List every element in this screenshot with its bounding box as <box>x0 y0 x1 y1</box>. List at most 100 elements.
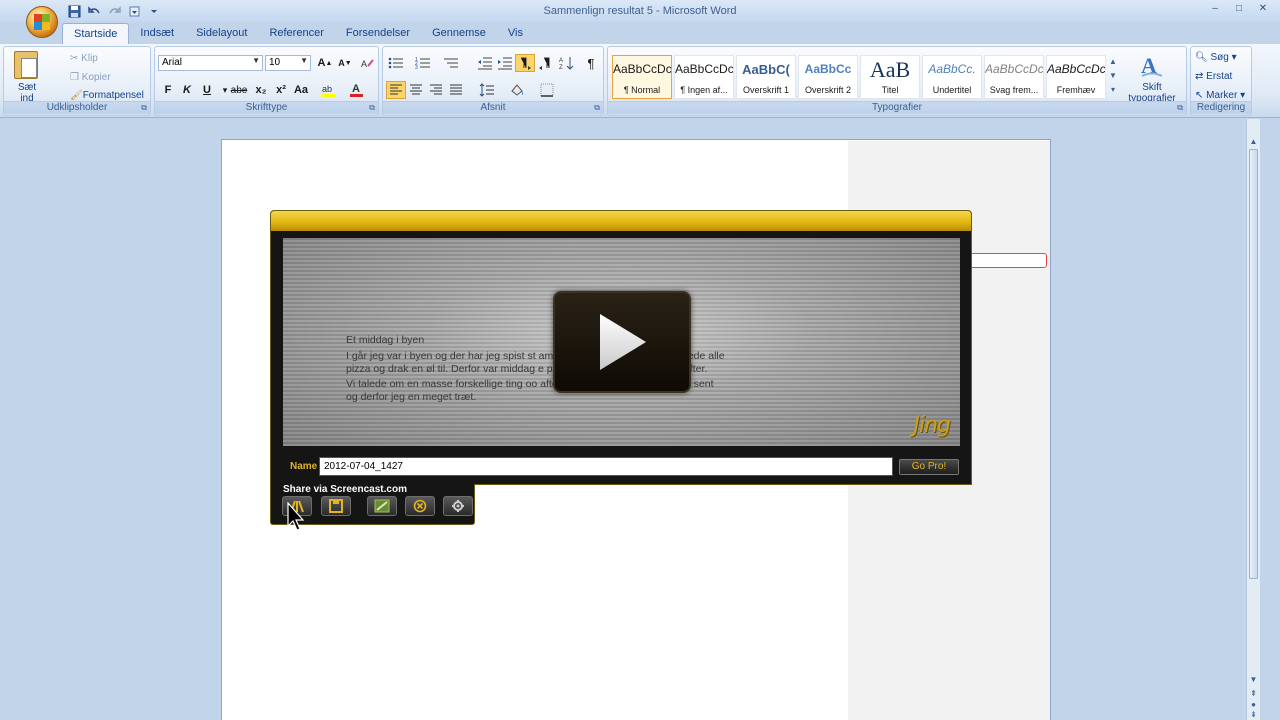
shading-icon[interactable] <box>507 81 527 99</box>
align-left-icon[interactable] <box>386 81 406 99</box>
clipboard-group-label: Udklipsholder <box>4 101 150 114</box>
shrink-font-icon[interactable]: A ▼ <box>335 54 355 72</box>
tab-startside[interactable]: Startside <box>62 23 130 45</box>
grow-font-icon[interactable]: A ▲ <box>315 54 335 72</box>
tab-forsendelser[interactable]: Forsendelser <box>335 23 421 45</box>
line-spacing-icon[interactable] <box>477 81 497 99</box>
replace-label: Erstat <box>1206 71 1233 82</box>
cancel-button[interactable] <box>405 496 435 516</box>
bullets-icon[interactable] <box>386 54 406 72</box>
office-button[interactable] <box>26 6 58 38</box>
dialog-launcher-icon[interactable]: ⧉ <box>369 103 375 113</box>
select-button[interactable]: ↖ Marker ▾ <box>1195 90 1245 101</box>
gallery-scroll[interactable]: ▲ ▼ ▾ <box>1108 55 1118 99</box>
strikethrough-button[interactable]: abe <box>227 81 251 99</box>
increase-indent-icon[interactable] <box>495 54 515 72</box>
rtl-direction-icon[interactable] <box>535 54 555 72</box>
tab-referencer[interactable]: Referencer <box>258 23 334 45</box>
style-title[interactable]: AaB Titel <box>860 55 920 99</box>
format-painter-button[interactable]: 🖌Formatpensel <box>70 90 144 101</box>
font-name-select[interactable]: Arial ▼ <box>158 55 263 71</box>
style-normal[interactable]: AaBbCcDc ¶ Normal <box>612 55 672 99</box>
show-formatting-marks-icon[interactable]: ¶ <box>581 54 601 72</box>
sort-icon[interactable]: AZ <box>557 54 577 72</box>
settings-button[interactable] <box>443 496 473 516</box>
replace-icon: ⇄ <box>1195 71 1207 82</box>
bold-button[interactable]: F <box>158 81 178 99</box>
play-icon <box>600 314 646 370</box>
vertical-scrollbar[interactable]: ▲ ▼ ⇞ ● ⇟ <box>1246 119 1260 720</box>
copy-icon: ❐ <box>70 72 82 83</box>
comment-balloon[interactable] <box>966 253 1047 268</box>
dialog-launcher-icon[interactable]: ⧉ <box>1177 103 1183 113</box>
video-preview[interactable]: Et middag i byen I går jeg var i byen og… <box>283 238 960 446</box>
superscript-button[interactable]: x² <box>271 81 291 99</box>
borders-icon[interactable] <box>537 81 557 99</box>
save-icon <box>329 499 343 513</box>
tab-vis[interactable]: Vis <box>497 23 534 45</box>
style-emphasis[interactable]: AaBbCcDc Fremhæv <box>1046 55 1106 99</box>
style-name: Overskrift 1 <box>742 85 789 95</box>
align-center-icon[interactable] <box>406 81 426 99</box>
style-heading-2[interactable]: AaBbCc Overskrift 2 <box>798 55 858 99</box>
replace-button[interactable]: ⇄ Erstat <box>1195 71 1232 82</box>
cut-button[interactable]: ✂ Klip <box>70 53 98 64</box>
dialog-launcher-icon[interactable]: ⧉ <box>594 103 600 113</box>
highlight-icon[interactable]: ab <box>319 81 339 99</box>
minimize-button[interactable]: – <box>1204 1 1226 15</box>
numbering-icon[interactable]: 123 <box>413 54 433 72</box>
next-page-icon[interactable]: ⇟ <box>1247 710 1260 720</box>
clear-formatting-icon[interactable]: A <box>357 54 377 72</box>
paste-icon[interactable] <box>14 51 38 79</box>
play-button[interactable] <box>553 291 691 393</box>
go-pro-button[interactable]: Go Pro! <box>899 459 959 475</box>
decrease-indent-icon[interactable] <box>475 54 495 72</box>
style-name: Fremhæv <box>1056 85 1096 95</box>
font-group-label: Skrifttype <box>155 101 378 114</box>
tab-sidelayout[interactable]: Sidelayout <box>185 23 258 45</box>
close-button[interactable]: ✕ <box>1252 1 1274 15</box>
subscript-button[interactable]: x₂ <box>251 81 271 99</box>
change-styles-button[interactable]: A Skift typografier <box>1120 51 1184 104</box>
style-name: Titel <box>881 85 899 95</box>
name-label: Name <box>290 461 318 472</box>
svg-text:A: A <box>361 59 367 69</box>
jing-title-strip[interactable] <box>271 211 971 231</box>
italic-button[interactable]: K <box>177 81 197 99</box>
dialog-launcher-icon[interactable]: ⧉ <box>141 103 147 113</box>
format-painter-label: Formatpensel <box>82 90 144 101</box>
jing-logo: Jing <box>913 413 951 438</box>
align-right-icon[interactable] <box>426 81 446 99</box>
copy-button[interactable]: ❐ Kopier <box>70 72 111 83</box>
change-case-button[interactable]: Aa <box>291 81 311 99</box>
style-subtle-emphasis[interactable]: AaBbCcDc Svag frem... <box>984 55 1044 99</box>
font-size-select[interactable]: 10 ▼ <box>265 55 311 71</box>
binoculars-icon: 🔍︎ <box>1195 52 1211 63</box>
window-edge <box>1260 119 1280 720</box>
window-title: Sammenlign resultat 5 - Microsoft Word <box>543 5 737 17</box>
font-color-icon[interactable]: A <box>347 81 367 99</box>
ltr-direction-icon[interactable] <box>515 54 535 72</box>
change-styles-icon: A <box>1141 53 1163 78</box>
name-input[interactable] <box>319 457 893 476</box>
multilevel-list-icon[interactable] <box>441 54 461 72</box>
tab-gennemse[interactable]: Gennemse <box>421 23 497 45</box>
style-heading-1[interactable]: AaBbC( Overskrift 1 <box>736 55 796 99</box>
underline-button[interactable]: U <box>197 81 217 99</box>
flash-button[interactable] <box>367 496 397 516</box>
scroll-up-icon[interactable]: ▲ <box>1247 137 1260 149</box>
style-subtitle[interactable]: AaBbCc. Undertitel <box>922 55 982 99</box>
scroll-thumb[interactable] <box>1249 149 1258 579</box>
style-name: Undertitel <box>932 85 972 95</box>
justify-icon[interactable] <box>446 81 466 99</box>
editing-group-label: Redigering <box>1191 101 1251 114</box>
title-bar: Sammenlign resultat 5 - Microsoft Word –… <box>0 0 1280 22</box>
find-button[interactable]: 🔍︎ Søg ▾ <box>1195 52 1237 63</box>
style-no-spacing[interactable]: AaBbCcDc ¶ Ingen af... <box>674 55 734 99</box>
maximize-button[interactable]: □ <box>1228 1 1250 15</box>
save-button[interactable] <box>321 496 351 516</box>
scroll-down-icon[interactable]: ▼ <box>1247 675 1260 687</box>
preview-line: og derfor jeg en meget træt. <box>346 391 477 403</box>
tab-indsaet[interactable]: Indsæt <box>129 23 185 45</box>
window-controls: – □ ✕ <box>1204 1 1274 15</box>
